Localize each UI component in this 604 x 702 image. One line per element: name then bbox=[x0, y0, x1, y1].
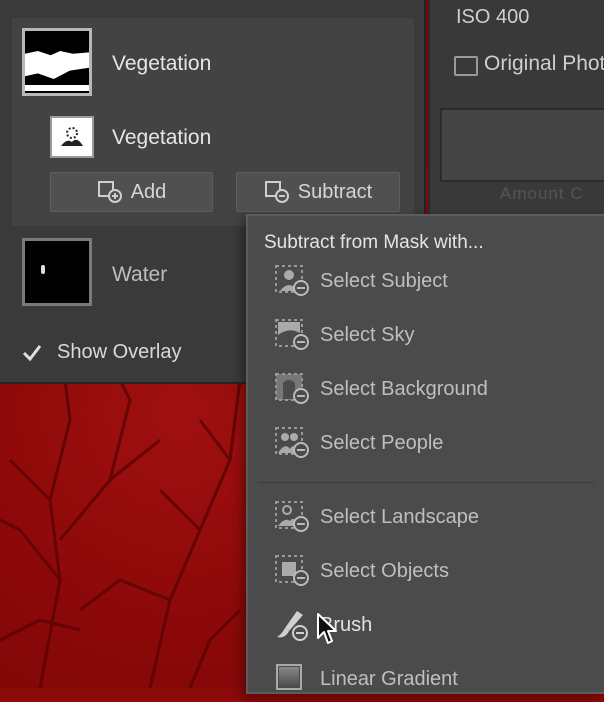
select-sky-icon bbox=[270, 316, 316, 354]
menu-item-select-objects[interactable]: Select Objects bbox=[248, 548, 604, 594]
mask-name-vegetation[interactable]: Vegetation bbox=[112, 52, 211, 76]
original-photo-label: Original Phot bbox=[484, 52, 604, 75]
select-landscape-icon bbox=[270, 498, 316, 536]
add-button-label: Add bbox=[130, 180, 167, 203]
menu-item-label: Select Subject bbox=[320, 269, 448, 292]
iso-value: ISO 400 bbox=[456, 6, 530, 28]
menu-item-label: Select Objects bbox=[320, 559, 449, 582]
show-overlay-checkbox[interactable] bbox=[22, 343, 42, 363]
subtract-from-mask-menu: Subtract from Mask with... Select Subjec… bbox=[246, 214, 604, 694]
checkmark-icon bbox=[22, 345, 42, 362]
mask-thumbnail-water[interactable] bbox=[22, 238, 92, 306]
menu-item-label: Select Background bbox=[320, 377, 488, 400]
menu-item-label: Select People bbox=[320, 431, 444, 454]
mask-thumbnail-vegetation[interactable] bbox=[22, 28, 92, 96]
component-thumbnail-vegetation[interactable] bbox=[50, 116, 94, 158]
component-name-vegetation[interactable]: Vegetation bbox=[112, 126, 211, 150]
menu-separator bbox=[258, 482, 594, 483]
mask-name-water[interactable]: Water bbox=[112, 263, 167, 287]
select-background-icon bbox=[270, 370, 316, 408]
menu-title: Subtract from Mask with... bbox=[264, 232, 484, 253]
show-overlay-label[interactable]: Show Overlay bbox=[57, 341, 182, 364]
add-button[interactable]: Add bbox=[50, 172, 213, 212]
menu-item-brush[interactable]: Brush bbox=[248, 602, 604, 648]
menu-item-select-sky[interactable]: Select Sky bbox=[248, 312, 604, 358]
vegetation-component-icon bbox=[61, 127, 83, 146]
info-box bbox=[440, 108, 604, 182]
mouse-cursor-icon bbox=[317, 613, 337, 644]
menu-item-label: Select Landscape bbox=[320, 505, 480, 528]
menu-item-linear-gradient[interactable]: Linear Gradient bbox=[248, 656, 604, 702]
menu-item-label: Linear Gradient bbox=[320, 667, 458, 690]
original-photo-checkbox[interactable] bbox=[454, 56, 478, 76]
menu-item-select-background[interactable]: Select Background bbox=[248, 366, 604, 412]
add-mask-icon bbox=[97, 181, 122, 203]
select-subject-icon bbox=[270, 262, 316, 300]
select-people-icon bbox=[270, 424, 316, 462]
select-objects-icon bbox=[270, 552, 316, 590]
menu-item-select-subject[interactable]: Select Subject bbox=[248, 258, 604, 304]
subtract-button[interactable]: Subtract bbox=[236, 172, 400, 212]
menu-item-label: Select Sky bbox=[320, 323, 415, 346]
menu-item-select-landscape[interactable]: Select Landscape bbox=[248, 494, 604, 540]
subtract-mask-icon bbox=[264, 181, 289, 203]
amount-label: Amount C bbox=[500, 184, 584, 203]
subtract-button-label: Subtract bbox=[297, 180, 373, 203]
brush-icon bbox=[270, 606, 316, 644]
info-panel: ISO 400 Original Phot Amount C bbox=[428, 0, 604, 230]
linear-gradient-icon bbox=[270, 660, 316, 698]
menu-item-select-people[interactable]: Select People bbox=[248, 420, 604, 466]
